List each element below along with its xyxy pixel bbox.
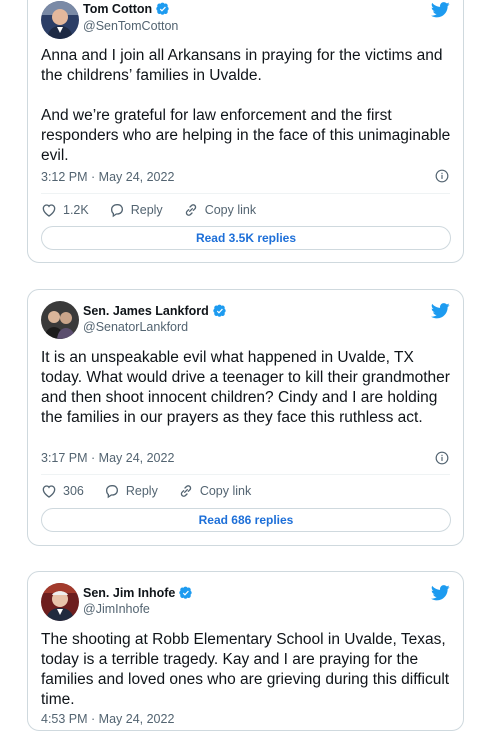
- info-icon[interactable]: [435, 451, 449, 465]
- copy-link-label: Copy link: [204, 203, 257, 217]
- copy-link-button[interactable]: Copy link: [183, 202, 256, 218]
- tweet-card[interactable]: Sen. James Lankford @SenatorLankford It …: [27, 289, 464, 546]
- avatar[interactable]: [41, 1, 79, 39]
- tweet-card[interactable]: Sen. Jim Inhofe @JimInhofe The shooting …: [27, 571, 464, 731]
- avatar[interactable]: [41, 583, 79, 621]
- link-icon: [183, 202, 199, 218]
- twitter-bird-icon[interactable]: [431, 303, 450, 319]
- read-replies-button[interactable]: Read 686 replies: [41, 508, 451, 532]
- verified-badge-icon: [156, 2, 170, 16]
- twitter-bird-icon[interactable]: [431, 585, 450, 601]
- tweet-text: Anna and I join all Arkansans in praying…: [41, 47, 451, 164]
- divider: [41, 193, 450, 194]
- display-name[interactable]: Sen. James Lankford: [83, 304, 209, 318]
- reply-icon: [109, 202, 125, 218]
- tweet-text: The shooting at Robb Elementary School i…: [41, 631, 454, 708]
- tweet-timestamp[interactable]: 3:12 PM · May 24, 2022: [41, 170, 174, 184]
- like-count: 1.2K: [63, 203, 89, 217]
- user-handle[interactable]: @JimInhofe: [83, 602, 150, 616]
- reply-button[interactable]: Reply: [104, 483, 158, 499]
- reply-label: Reply: [130, 203, 163, 217]
- heart-icon: [41, 483, 57, 499]
- like-count: 306: [63, 484, 84, 498]
- heart-icon: [41, 202, 57, 218]
- read-replies-button[interactable]: Read 3.5K replies: [41, 226, 451, 250]
- verified-badge-icon: [213, 304, 227, 318]
- copy-link-button[interactable]: Copy link: [178, 483, 251, 499]
- reply-icon: [104, 483, 120, 499]
- like-button[interactable]: 306: [41, 483, 84, 499]
- display-name[interactable]: Sen. Jim Inhofe: [83, 586, 175, 600]
- verified-badge-icon: [179, 586, 193, 600]
- tweet-card[interactable]: Tom Cotton @SenTomCotton Anna and I join…: [27, 0, 464, 263]
- tweet-text: It is an unspeakable evil what happened …: [41, 349, 455, 426]
- twitter-bird-icon[interactable]: [431, 2, 450, 18]
- reply-label: Reply: [125, 484, 158, 498]
- reply-button[interactable]: Reply: [109, 202, 163, 218]
- user-handle[interactable]: @SenatorLankford: [83, 320, 188, 334]
- tweet-timestamp[interactable]: 3:17 PM · May 24, 2022: [41, 451, 174, 465]
- link-icon: [178, 483, 194, 499]
- copy-link-label: Copy link: [199, 484, 252, 498]
- display-name[interactable]: Tom Cotton: [83, 2, 152, 16]
- divider: [41, 474, 450, 475]
- info-icon[interactable]: [435, 169, 449, 183]
- like-button[interactable]: 1.2K: [41, 202, 89, 218]
- tweet-timestamp[interactable]: 4:53 PM · May 24, 2022: [41, 712, 174, 726]
- avatar[interactable]: [41, 301, 79, 339]
- user-handle[interactable]: @SenTomCotton: [83, 19, 178, 33]
